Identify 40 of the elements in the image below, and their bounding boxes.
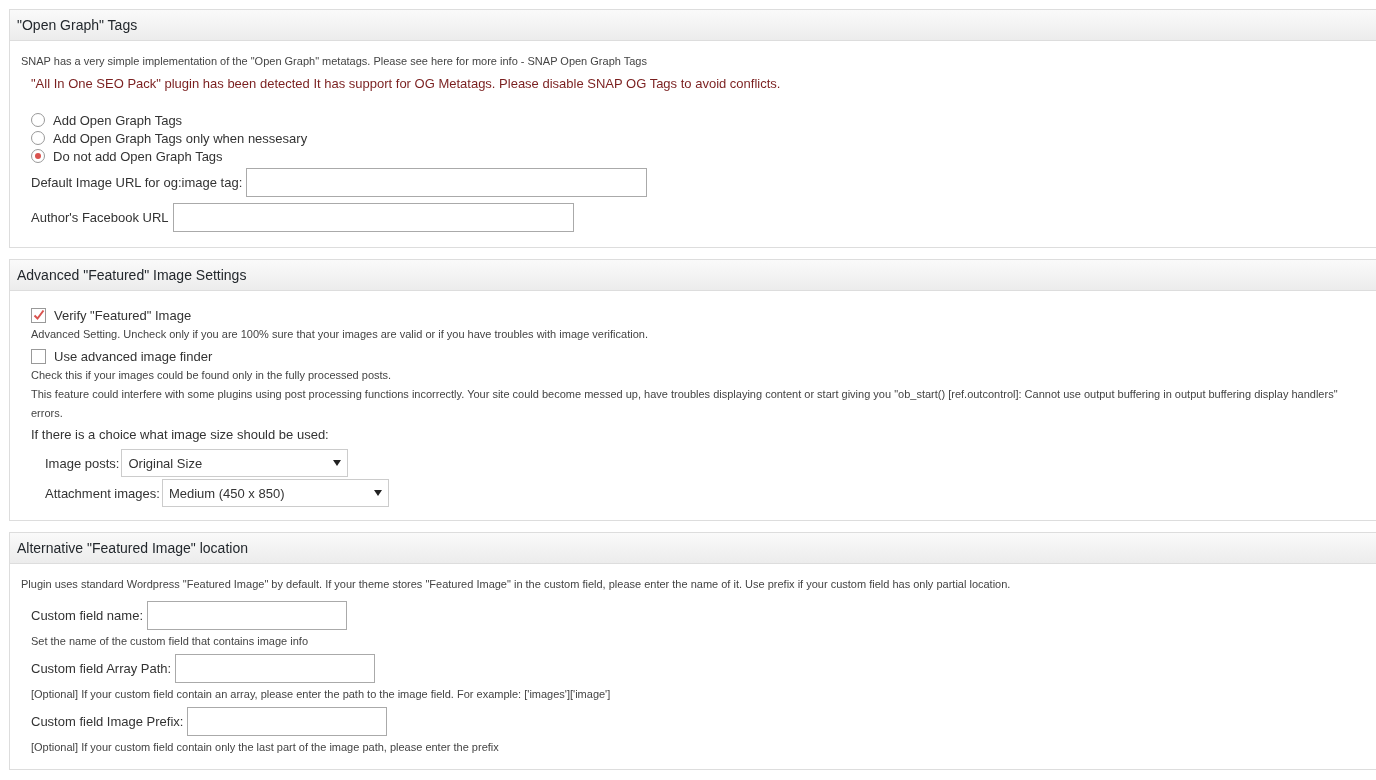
help-text: [Optional] If your custom field contain an array, please enter the path to the image field. For example: ['images']['image'] (30, 687, 612, 702)
panel-title: Alternative "Featured Image" location (10, 533, 1376, 564)
radio-label: Do not add Open Graph Tags (53, 148, 223, 164)
radio-button[interactable] (31, 113, 45, 127)
checkbox-label: Use advanced image finder (54, 348, 213, 364)
radio-label: Add Open Graph Tags only when nessesary (53, 130, 308, 146)
help-text: Check this if your images could be found only in the fully processed posts. (30, 368, 393, 383)
help-text: Advanced Setting. Uncheck only if you are 100% sure that your images are valid or if you have troubles with image verification. (30, 327, 649, 342)
warning-message: "All In One SEO Pack" plugin has been detected It has support for OG Metatags. Please disable SNAP OG Tags to avoid conflicts. (30, 75, 782, 93)
text-input[interactable] (172, 203, 574, 232)
select-label: Attachment images: (45, 485, 160, 501)
field-label: Custom field Image Prefix: (31, 714, 184, 729)
help-text: [Optional] If your custom field contain only the last part of the image path, please enter the prefix (30, 740, 500, 755)
description-text: SNAP has a very simple implementation of the "Open Graph" metatags. Please see here for more info - SNAP Open Graph Tags (21, 54, 648, 69)
panel-title: "Open Graph" Tags (10, 10, 1376, 41)
field-label: Default Image URL for og:image tag: (31, 175, 243, 190)
caret-icon (373, 490, 382, 496)
checkbox[interactable] (31, 307, 46, 323)
radio-button[interactable] (31, 149, 45, 163)
text-input[interactable] (246, 168, 648, 197)
caret-icon (333, 460, 342, 466)
field-label: Custom field name: (31, 608, 143, 623)
radio-label: Add Open Graph Tags (53, 112, 183, 128)
help-text: This feature could interfere with some plugins using post processing functions incorrectly. Your site could become messed up, have troubles displaying content or start giving you "ob_start() [ref.outcontrol]: Cannot use output buffering in output buffering display handlers" errors. (30, 387, 1339, 421)
dropdown-select[interactable]: Medium (450 x 850) (161, 479, 389, 507)
field-label: Custom field Array Path: (31, 661, 172, 676)
text-input[interactable] (175, 654, 376, 683)
checkmark-icon (32, 309, 45, 321)
field-label: Author's Facebook URL (31, 210, 169, 225)
group-label: If there is a choice what image size should be used: (30, 426, 330, 444)
text-input[interactable] (147, 601, 347, 630)
panel-title: Advanced "Featured" Image Settings (10, 260, 1376, 291)
text-input[interactable] (187, 707, 388, 736)
dropdown-select[interactable]: Original Size (121, 449, 349, 477)
checkbox[interactable] (31, 348, 46, 364)
description-text: Plugin uses standard Wordpress "Featured Image" by default. If your theme stores "Featured Image" in the custom field, please enter the name of it. Use prefix if your custom field has only partial location. (21, 577, 1012, 592)
select-label: Image posts: (45, 455, 120, 471)
help-text: Set the name of the custom field that contains image info (30, 634, 309, 649)
checkbox-label: Verify "Featured" Image (54, 307, 192, 323)
radio-button[interactable] (31, 131, 45, 145)
